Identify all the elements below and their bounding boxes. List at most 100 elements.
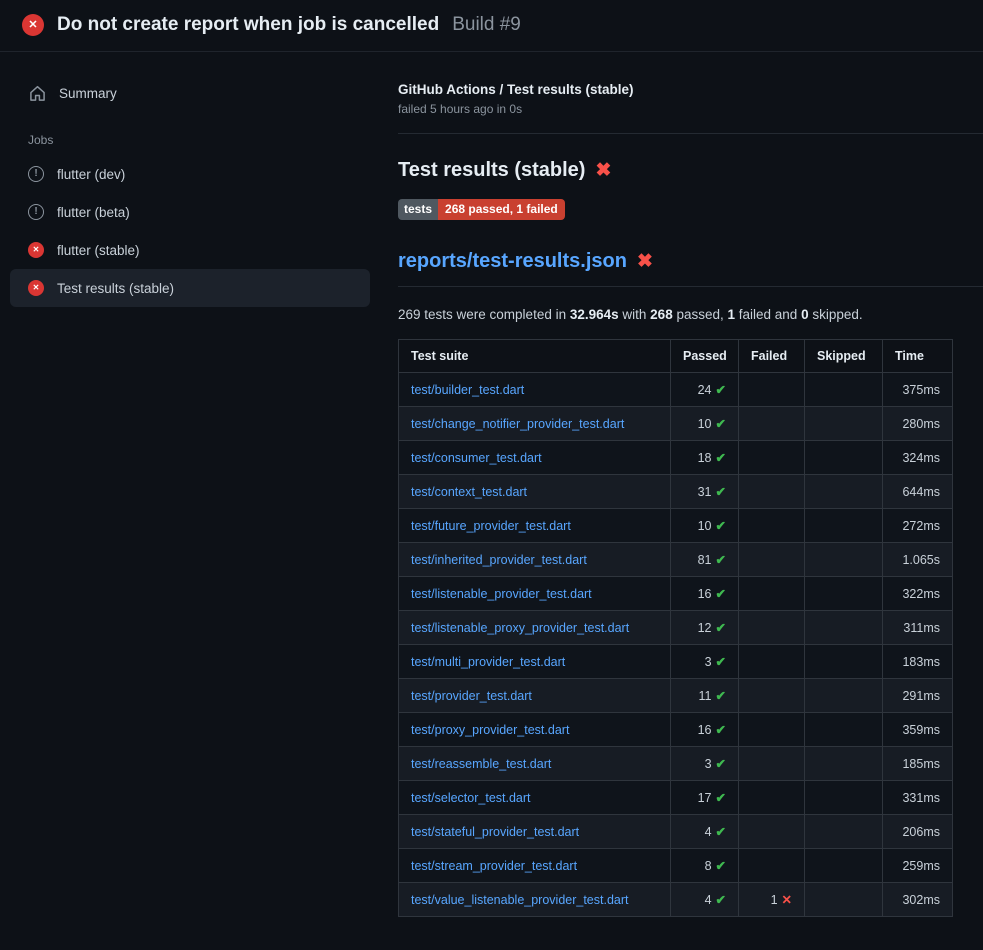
suite-link[interactable]: test/stream_provider_test.dart: [411, 859, 577, 873]
jobs-section-label: Jobs: [10, 113, 370, 155]
suite-link[interactable]: test/proxy_provider_test.dart: [411, 723, 569, 737]
neutral-status-icon: !: [28, 204, 44, 220]
section-title: Test results (stable) ✖: [398, 159, 983, 182]
results-table: Test suite Passed Failed Skipped Time te…: [398, 339, 953, 917]
sidebar-item-summary[interactable]: Summary: [10, 74, 370, 113]
skipped-cell: [805, 441, 883, 475]
suite-cell: test/listenable_proxy_provider_test.dart: [399, 611, 671, 645]
table-row: test/reassemble_test.dart3✔185ms: [399, 747, 953, 781]
failed-cell: [739, 441, 805, 475]
skipped-cell: [805, 713, 883, 747]
failed-cell: 1✕: [739, 883, 805, 917]
table-row: test/proxy_provider_test.dart16✔359ms: [399, 713, 953, 747]
time-cell: 291ms: [883, 679, 953, 713]
skipped-cell: [805, 645, 883, 679]
summary-passed-count: 268: [650, 307, 673, 322]
table-row: test/consumer_test.dart18✔324ms: [399, 441, 953, 475]
passed-cell: 4✔: [671, 815, 739, 849]
time-cell: 322ms: [883, 577, 953, 611]
check-icon: ✔: [716, 825, 726, 839]
breadcrumb: GitHub Actions / Test results (stable): [398, 82, 983, 97]
skipped-cell: [805, 679, 883, 713]
suite-cell: test/stateful_provider_test.dart: [399, 815, 671, 849]
suite-link[interactable]: test/future_provider_test.dart: [411, 519, 571, 533]
failed-x-icon: ✖: [595, 161, 611, 180]
sidebar-job-item[interactable]: !flutter (dev): [10, 155, 370, 193]
skipped-cell: [805, 849, 883, 883]
suite-cell: test/provider_test.dart: [399, 679, 671, 713]
summary-text: with: [619, 307, 651, 322]
job-label: flutter (beta): [57, 205, 130, 220]
suite-link[interactable]: test/consumer_test.dart: [411, 451, 542, 465]
suite-link[interactable]: test/listenable_proxy_provider_test.dart: [411, 621, 629, 635]
suite-cell: test/reassemble_test.dart: [399, 747, 671, 781]
header-test-suite: Test suite: [399, 340, 671, 373]
table-row: test/context_test.dart31✔644ms: [399, 475, 953, 509]
sidebar-job-item[interactable]: ! flutter (beta): [10, 193, 370, 231]
suite-link[interactable]: test/value_listenable_provider_test.dart: [411, 893, 629, 907]
failed-cell: [739, 475, 805, 509]
job-label: Test results (stable): [57, 281, 174, 296]
main-content: GitHub Actions / Test results (stable) f…: [380, 52, 983, 917]
passed-cell: 3✔: [671, 645, 739, 679]
suite-link[interactable]: test/selector_test.dart: [411, 791, 531, 805]
suite-cell: test/proxy_provider_test.dart: [399, 713, 671, 747]
failed-status-icon: ✕: [28, 242, 44, 258]
suite-link[interactable]: test/multi_provider_test.dart: [411, 655, 565, 669]
check-icon: ✔: [716, 893, 726, 907]
table-row: test/listenable_provider_test.dart16✔322…: [399, 577, 953, 611]
summary-duration: 32.964s: [570, 307, 619, 322]
check-icon: ✔: [716, 723, 726, 737]
failed-status-icon: ✕: [28, 280, 44, 296]
suite-cell: test/selector_test.dart: [399, 781, 671, 815]
skipped-cell: [805, 407, 883, 441]
time-cell: 302ms: [883, 883, 953, 917]
table-row: test/stream_provider_test.dart8✔259ms: [399, 849, 953, 883]
passed-cell: 17✔: [671, 781, 739, 815]
suite-link[interactable]: test/change_notifier_provider_test.dart: [411, 417, 624, 431]
page-header: ✕ Do not create report when job is cance…: [0, 0, 983, 52]
suite-cell: test/stream_provider_test.dart: [399, 849, 671, 883]
time-cell: 280ms: [883, 407, 953, 441]
header-skipped: Skipped: [805, 340, 883, 373]
run-status-line: failed 5 hours ago in 0s: [398, 102, 983, 116]
suite-cell: test/value_listenable_provider_test.dart: [399, 883, 671, 917]
job-label: flutter (dev): [57, 167, 125, 182]
check-icon: ✔: [716, 519, 726, 533]
suite-cell: test/builder_test.dart: [399, 373, 671, 407]
report-title: reports/test-results.json ✖: [398, 250, 983, 287]
header-failed: Failed: [739, 340, 805, 373]
badge-value: 268 passed, 1 failed: [438, 199, 565, 220]
passed-cell: 18✔: [671, 441, 739, 475]
x-icon: ✕: [782, 893, 792, 907]
suite-link[interactable]: test/stateful_provider_test.dart: [411, 825, 579, 839]
suite-link[interactable]: test/provider_test.dart: [411, 689, 532, 703]
passed-cell: 10✔: [671, 407, 739, 441]
skipped-cell: [805, 781, 883, 815]
passed-cell: 3✔: [671, 747, 739, 781]
sidebar-job-item[interactable]: ✕ Test results (stable): [10, 269, 370, 307]
report-link[interactable]: reports/test-results.json: [398, 250, 627, 273]
passed-cell: 8✔: [671, 849, 739, 883]
skipped-cell: [805, 543, 883, 577]
table-row: test/selector_test.dart17✔331ms: [399, 781, 953, 815]
time-cell: 206ms: [883, 815, 953, 849]
suite-cell: test/multi_provider_test.dart: [399, 645, 671, 679]
suite-link[interactable]: test/listenable_provider_test.dart: [411, 587, 592, 601]
suite-link[interactable]: test/context_test.dart: [411, 485, 527, 499]
page-title: Do not create report when job is cancell…: [57, 14, 439, 36]
suite-link[interactable]: test/reassemble_test.dart: [411, 757, 551, 771]
table-row: test/multi_provider_test.dart3✔183ms: [399, 645, 953, 679]
failed-cell: [739, 679, 805, 713]
check-icon: ✔: [716, 689, 726, 703]
failed-cell: [739, 747, 805, 781]
sidebar-job-item[interactable]: ✕flutter (stable): [10, 231, 370, 269]
failed-cell: [739, 611, 805, 645]
passed-cell: 16✔: [671, 713, 739, 747]
summary-text: skipped.: [809, 307, 863, 322]
failed-cell: [739, 645, 805, 679]
suite-link[interactable]: test/builder_test.dart: [411, 383, 524, 397]
suite-link[interactable]: test/inherited_provider_test.dart: [411, 553, 587, 567]
passed-cell: 10✔: [671, 509, 739, 543]
table-row: test/change_notifier_provider_test.dart 1…: [399, 407, 953, 441]
